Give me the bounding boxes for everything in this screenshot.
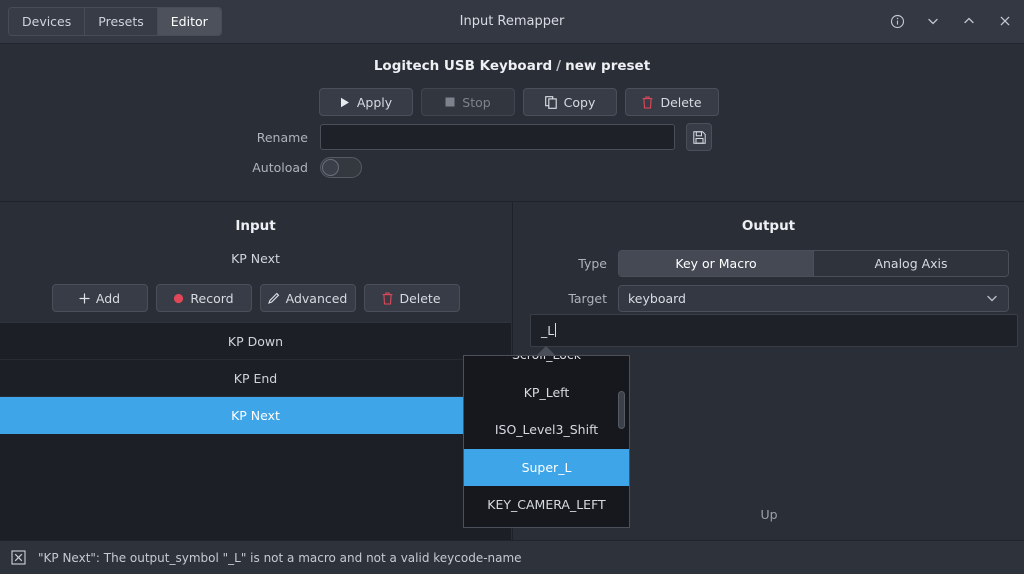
output-type-row: Type Key or Macro Analog Axis: [513, 250, 1024, 277]
input-panel: Input KP Next Add Record: [0, 202, 511, 540]
device-name: Logitech USB Keyboard: [374, 58, 552, 74]
autocomplete-scrollbar[interactable]: [618, 391, 625, 429]
output-symbol-value: _L: [541, 323, 554, 338]
output-type-label: Type: [513, 256, 607, 271]
autoload-toggle[interactable]: [320, 157, 362, 178]
mapping-list-item[interactable]: KP Down: [0, 323, 511, 360]
mapping-list-item[interactable]: KP End: [0, 360, 511, 397]
target-dropdown-value: keyboard: [628, 291, 686, 306]
autocomplete-item[interactable]: ISO_Level3_Shift: [464, 411, 629, 449]
autocomplete-item[interactable]: Scroll_Lock: [464, 355, 629, 374]
autocomplete-item-selected[interactable]: Super_L: [464, 449, 629, 487]
output-target-label: Target: [513, 291, 607, 306]
delete-input-button[interactable]: Delete: [364, 284, 460, 312]
breadcrumb-separator: /: [556, 58, 561, 74]
preset-breadcrumb: Logitech USB Keyboard/new preset: [0, 58, 1024, 74]
autoload-toggle-knob: [322, 159, 339, 176]
autocomplete-list: Scroll_Lock KP_Left ISO_Level3_Shift Sup…: [464, 355, 629, 524]
plus-icon: [79, 293, 90, 304]
close-icon[interactable]: [994, 10, 1016, 32]
input-selected-label: KP Next: [0, 251, 511, 266]
pencil-icon: [268, 292, 280, 304]
copy-button[interactable]: Copy: [523, 88, 617, 116]
preset-action-buttons: Apply Stop Copy: [319, 88, 719, 116]
autoload-label: Autoload: [234, 160, 308, 175]
record-input-button[interactable]: Record: [156, 284, 252, 312]
preset-header: Logitech USB Keyboard/new preset Apply S…: [0, 44, 1024, 202]
add-input-button-label: Add: [96, 291, 120, 306]
window-title: Input Remapper: [0, 14, 1024, 29]
autocomplete-item[interactable]: KEY_CAMERA_LEFT: [464, 486, 629, 524]
record-input-button-label: Record: [190, 291, 233, 306]
autocomplete-popup[interactable]: Scroll_Lock KP_Left ISO_Level3_Shift Sup…: [463, 355, 630, 528]
input-panel-title: Input: [0, 218, 511, 234]
output-panel-title: Output: [513, 218, 1024, 234]
info-icon[interactable]: [886, 10, 908, 32]
floppy-save-icon: [693, 131, 706, 144]
maximize-icon[interactable]: [958, 10, 980, 32]
delete-preset-button-label: Delete: [660, 95, 701, 110]
copy-icon: [545, 96, 557, 109]
error-x-icon: [10, 550, 26, 566]
add-input-button[interactable]: Add: [52, 284, 148, 312]
rename-label: Rename: [234, 130, 308, 145]
rename-row: Rename: [234, 123, 712, 151]
copy-button-label: Copy: [564, 95, 596, 110]
advanced-input-button-label: Advanced: [286, 291, 348, 306]
output-target-row: Target keyboard: [513, 285, 1024, 312]
advanced-input-button[interactable]: Advanced: [260, 284, 356, 312]
window-controls: [886, 10, 1016, 32]
status-bar: "KP Next": The output_symbol "_L" is not…: [0, 540, 1024, 574]
play-icon: [340, 97, 350, 108]
chevron-down-icon: [985, 291, 999, 308]
type-option-key-or-macro[interactable]: Key or Macro: [619, 251, 814, 276]
input-action-buttons: Add Record Advanced: [0, 284, 511, 312]
save-preset-button[interactable]: [686, 123, 712, 151]
trash-icon: [642, 96, 653, 109]
trash-icon: [382, 292, 393, 305]
autocomplete-item[interactable]: KP_Left: [464, 374, 629, 412]
type-option-analog-axis[interactable]: Analog Axis: [814, 251, 1008, 276]
stop-icon: [445, 97, 455, 107]
preset-name: new preset: [565, 58, 650, 74]
title-bar: Devices Presets Editor Input Remapper: [0, 0, 1024, 44]
apply-button-label: Apply: [357, 95, 392, 110]
mapping-list[interactable]: KP Down KP End KP Next: [0, 322, 511, 540]
status-message: "KP Next": The output_symbol "_L" is not…: [38, 551, 522, 565]
rename-input[interactable]: [320, 124, 675, 150]
delete-preset-button[interactable]: Delete: [625, 88, 719, 116]
delete-input-button-label: Delete: [399, 291, 440, 306]
output-symbol-input[interactable]: _L: [530, 314, 1018, 347]
stop-button[interactable]: Stop: [421, 88, 515, 116]
autoload-row: Autoload: [234, 157, 362, 178]
record-dot-icon: [173, 293, 184, 304]
output-type-segmented-control: Key or Macro Analog Axis: [618, 250, 1009, 277]
input-remapper-window: Devices Presets Editor Input Remapper: [0, 0, 1024, 574]
text-caret: [555, 323, 556, 337]
apply-button[interactable]: Apply: [319, 88, 413, 116]
mapping-list-item-selected[interactable]: KP Next: [0, 397, 511, 434]
minimize-icon[interactable]: [922, 10, 944, 32]
stop-button-label: Stop: [462, 95, 490, 110]
autocomplete-pointer: [537, 346, 555, 355]
target-dropdown[interactable]: keyboard: [618, 285, 1009, 312]
output-form: Type Key or Macro Analog Axis Target key…: [513, 250, 1024, 320]
